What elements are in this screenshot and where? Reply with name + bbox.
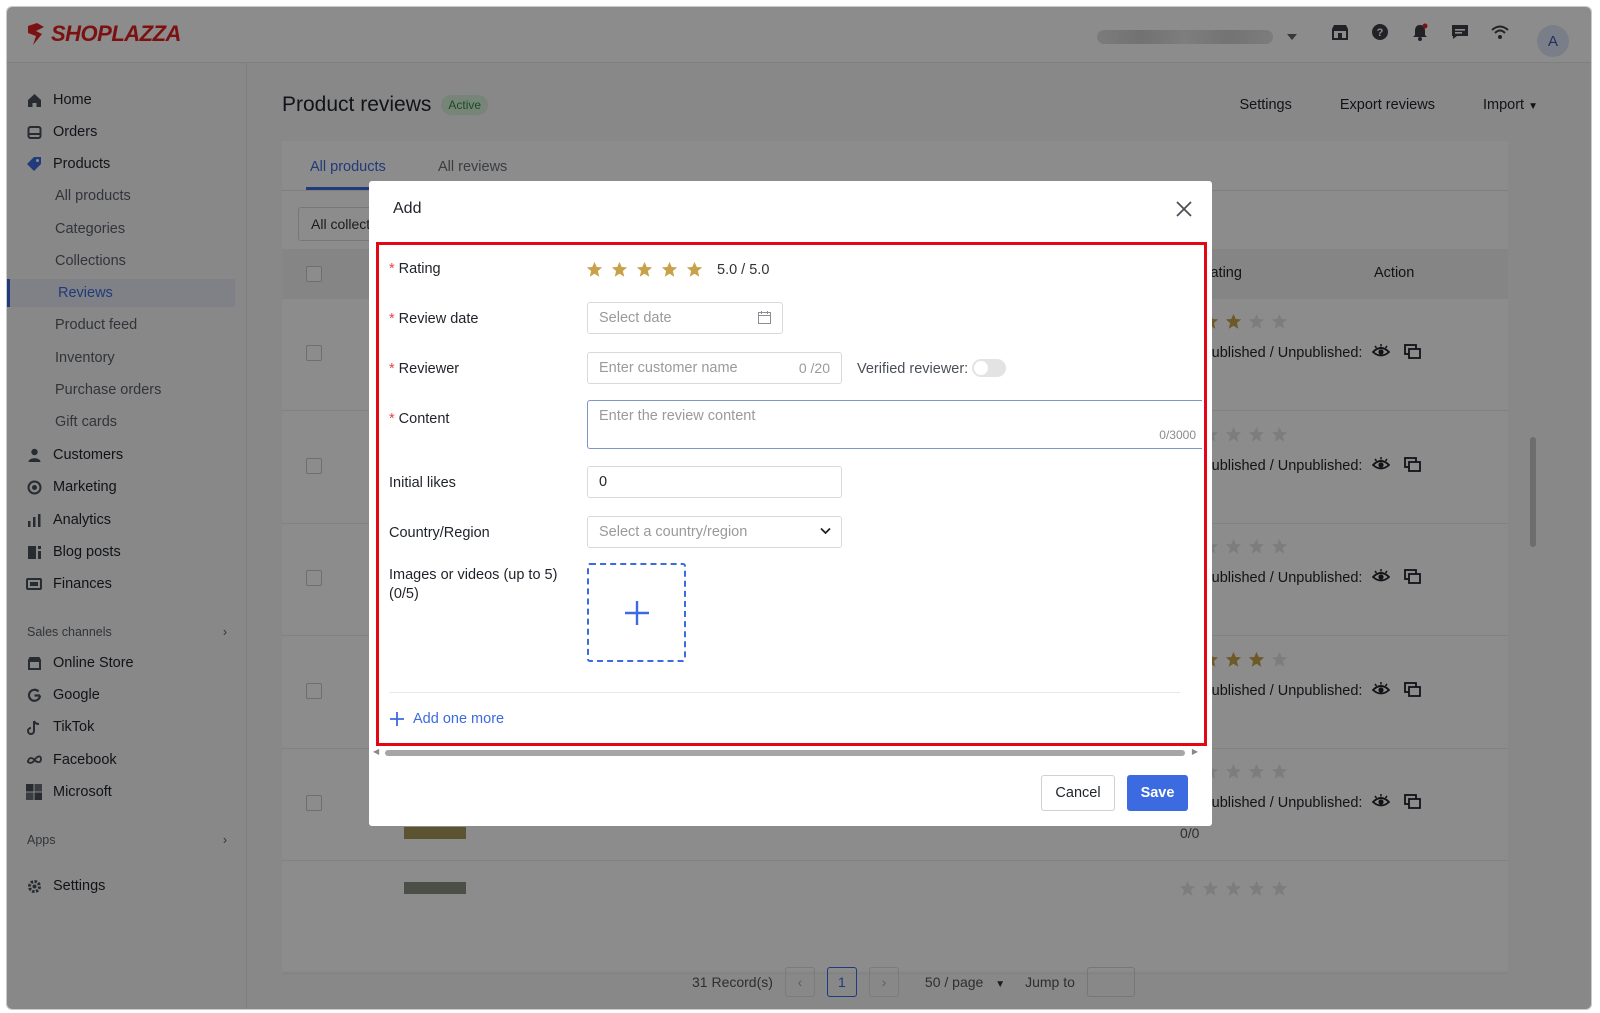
- initial-likes-label: Initial likes: [389, 475, 456, 491]
- chevron-down-icon: [820, 527, 831, 535]
- rating-value: 5.0 / 5.0: [717, 261, 770, 278]
- initial-likes-input[interactable]: 0: [587, 466, 842, 498]
- reviewer-char-counter: 0 /20: [798, 360, 830, 376]
- media-count: (0/5): [389, 586, 419, 602]
- star-group: [586, 261, 703, 278]
- required-marker: *: [389, 261, 395, 277]
- cancel-button[interactable]: Cancel: [1041, 775, 1115, 811]
- app-window: SHOPLAZZA ? A Home Orders Products All p…: [6, 6, 1592, 1010]
- required-marker: *: [389, 361, 395, 377]
- star-filled-icon: [661, 261, 678, 277]
- reviewer-input[interactable]: Enter customer name 0 /20: [587, 352, 842, 384]
- reviewer-label: * Reviewer: [389, 361, 459, 377]
- add-review-modal: Add * Rating 5.0 / 5.0 * Review date Selec…: [369, 181, 1212, 826]
- verified-reviewer-toggle[interactable]: [972, 359, 1006, 377]
- required-marker: *: [389, 411, 395, 427]
- verified-reviewer-label: Verified reviewer:: [857, 361, 969, 377]
- content-label-text: Content: [398, 411, 450, 427]
- reviewer-label-text: Reviewer: [398, 361, 460, 377]
- media-label-text: Images or videos (up to 5): [389, 567, 558, 583]
- review-date-picker[interactable]: Select date: [587, 302, 783, 334]
- divider: [389, 692, 1180, 693]
- star-filled-icon: [686, 261, 703, 277]
- reviewer-placeholder: Enter customer name: [599, 360, 738, 376]
- country-region-select[interactable]: Select a country/region: [587, 516, 842, 548]
- content-char-counter: 0/3000: [1159, 428, 1196, 442]
- rating-label: * Rating: [389, 261, 441, 277]
- scroll-right-arrow-icon[interactable]: ▶: [1192, 747, 1198, 756]
- review-date-label: * Review date: [389, 311, 478, 327]
- country-region-placeholder: Select a country/region: [599, 524, 748, 540]
- review-date-label-text: Review date: [398, 311, 479, 327]
- media-label: Images or videos (up to 5) (0/5): [389, 566, 557, 604]
- country-region-label: Country/Region: [389, 525, 490, 541]
- add-one-more-label: Add one more: [413, 711, 505, 727]
- rating-stars[interactable]: 5.0 / 5.0: [586, 261, 769, 278]
- add-one-more-button[interactable]: Add one more: [389, 711, 504, 727]
- close-icon[interactable]: [1174, 199, 1194, 219]
- content-label: * Content: [389, 411, 449, 427]
- review-date-placeholder: Select date: [599, 310, 672, 326]
- horizontal-scrollbar[interactable]: ◀ ▶: [373, 747, 1208, 757]
- content-placeholder: Enter the review content: [599, 408, 756, 424]
- horizontal-scroll-thumb[interactable]: [385, 750, 1185, 756]
- scroll-left-arrow-icon[interactable]: ◀: [373, 747, 379, 756]
- required-marker: *: [389, 311, 395, 327]
- save-button[interactable]: Save: [1127, 775, 1188, 811]
- star-filled-icon: [636, 261, 653, 277]
- plus-icon: [390, 712, 404, 726]
- content-textarea[interactable]: Enter the review content 0/3000: [587, 400, 1202, 449]
- plus-icon: [624, 600, 649, 625]
- star-filled-icon: [586, 261, 603, 277]
- media-upload-area[interactable]: [587, 563, 686, 662]
- calendar-icon: [758, 311, 771, 324]
- modal-title: Add: [393, 200, 422, 217]
- star-filled-icon: [611, 261, 628, 277]
- rating-label-text: Rating: [398, 261, 441, 277]
